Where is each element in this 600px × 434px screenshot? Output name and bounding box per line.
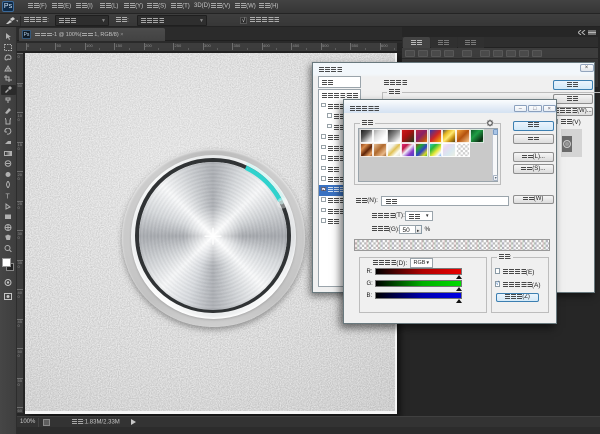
svg-text:T: T xyxy=(6,194,11,200)
